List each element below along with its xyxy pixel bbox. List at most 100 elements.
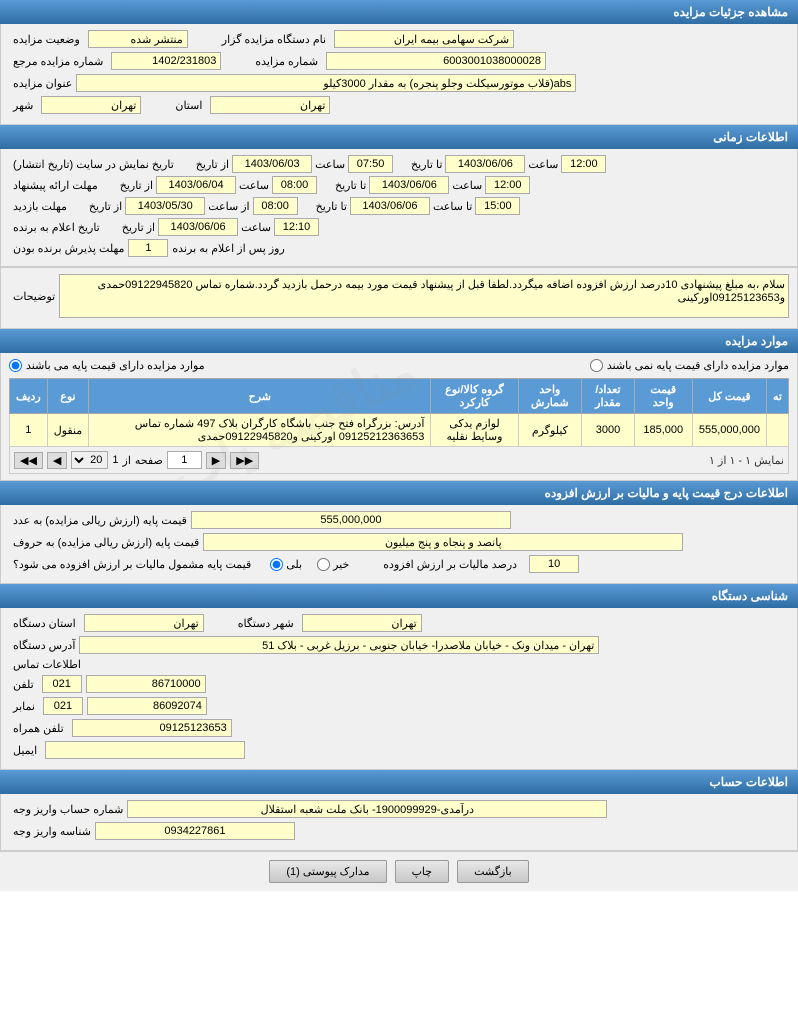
moarad-radio-no-base[interactable] <box>590 359 603 372</box>
col-description: شرح <box>89 379 431 414</box>
cell-quantity: 3000 <box>582 414 634 447</box>
shenas-input[interactable] <box>95 822 295 840</box>
tax-yes-radio[interactable] <box>270 558 283 571</box>
agency-address-input[interactable] <box>79 636 599 654</box>
publish-from-time[interactable] <box>348 155 393 173</box>
tax-included-label: قیمت پایه مشمول مالیات بر ارزش افزوده می… <box>9 558 255 571</box>
phone-input[interactable] <box>86 675 206 693</box>
agency-name-label: نام دستگاه مزایده گزار <box>218 33 330 46</box>
city-input[interactable] <box>41 96 141 114</box>
next-page-btn[interactable]: ▶ <box>206 452 226 469</box>
fax-input[interactable] <box>87 697 207 715</box>
account-label: شماره حساب واریز وجه <box>9 803 127 816</box>
agency-name-input[interactable] <box>334 30 514 48</box>
ref-number-input[interactable] <box>111 52 221 70</box>
visit-label: مهلت بازدید <box>9 200 71 213</box>
moarad-option-has-base: موارد مزایده دارای قیمت پایه می باشند <box>9 359 205 372</box>
mazayede-number-input[interactable] <box>326 52 546 70</box>
agency-city-input[interactable] <box>302 614 422 632</box>
col-unit-price: قیمت واحد <box>634 379 692 414</box>
winner-days-input[interactable] <box>128 239 168 257</box>
prev-page-btn[interactable]: ◀ <box>47 452 67 469</box>
province-input[interactable] <box>210 96 330 114</box>
offer-from-date[interactable] <box>156 176 236 194</box>
time-info-header: اطلاعات زمانی <box>0 125 798 149</box>
email-label: ایمیل <box>9 744 41 757</box>
cell-description: آدرس: بزرگراه فتح جنب باشگاه کارگران بلا… <box>89 414 431 447</box>
page-input[interactable] <box>167 451 202 469</box>
col-type: نوع <box>47 379 88 414</box>
per-page-select[interactable]: 20 50 <box>71 451 108 469</box>
table-row: 555,000,000 185,000 3000 کیلوگرم لوازم ی… <box>10 414 789 447</box>
mazayede-number-label: شماره مزایده <box>251 55 322 68</box>
base-price-number[interactable] <box>191 511 511 529</box>
cell-extra <box>767 414 789 447</box>
main-info-header: مشاهده جزئیات مزایده <box>0 0 798 24</box>
price-tax-title: اطلاعات درج قیمت پایه و مالیات بر ارزش ا… <box>545 486 788 500</box>
tax-no-radio[interactable] <box>317 558 330 571</box>
title-input[interactable] <box>76 74 576 92</box>
price-tax-header: اطلاعات درج قیمت پایه و مالیات بر ارزش ا… <box>0 481 798 505</box>
agency-province-label: استان دستگاه <box>9 617 80 630</box>
col-total-price: قیمت کل <box>692 379 766 414</box>
cell-category: لوازم یدکی وسایط نقلیه <box>431 414 518 447</box>
mobile-input[interactable] <box>72 719 232 737</box>
fax-code-input[interactable] <box>43 697 83 715</box>
main-info-title: مشاهده جزئیات مزایده <box>673 5 788 19</box>
moarad-option-no-base: موارد مزایده دارای قیمت پایه نمی باشند <box>590 359 789 372</box>
agency-address-label: آدرس دستگاه <box>9 639 79 652</box>
last-page-btn[interactable]: ▶▶ <box>230 452 259 469</box>
moarad-radio-has-base[interactable] <box>9 359 22 372</box>
notes-textarea[interactable] <box>59 274 789 318</box>
print-button[interactable]: چاپ <box>395 860 450 883</box>
account-number-input[interactable] <box>127 800 607 818</box>
publish-to-time[interactable] <box>561 155 606 173</box>
offer-to-date[interactable] <box>369 176 449 194</box>
visit-from-time[interactable] <box>253 197 298 215</box>
visit-from-date[interactable] <box>125 197 205 215</box>
col-quantity: تعداد/مقدار <box>582 379 634 414</box>
winner-days-label: مهلت پذیرش برنده بودن <box>9 242 128 255</box>
agency-province-input[interactable] <box>84 614 204 632</box>
status-input[interactable] <box>88 30 188 48</box>
from-time-label: ساعت <box>315 158 345 171</box>
announce-from-date[interactable] <box>158 218 238 236</box>
offer-label: مهلت ارائه پیشنهاد <box>9 179 102 192</box>
moarad-title: موارد مزایده <box>725 334 788 348</box>
announce-label: تاریخ اعلام به برنده <box>9 221 104 234</box>
bottom-buttons: بازگشت چاپ مدارک پیوستی (1) <box>0 851 798 891</box>
account-info-title: اطلاعات حساب <box>709 775 788 789</box>
agency-info-title: شناسی دستگاه <box>712 589 788 603</box>
cell-unit-price: 185,000 <box>634 414 692 447</box>
status-label: وضعیت مزایده <box>9 33 84 46</box>
from-date-label: از تاریخ <box>196 158 229 171</box>
ref-number-label: شماره مزایده مرجع <box>9 55 107 68</box>
city-label: شهر <box>9 99 37 112</box>
notes-label: توضیحات <box>9 290 59 303</box>
base-price-text[interactable] <box>203 533 683 551</box>
phone-code-input[interactable] <box>42 675 82 693</box>
tax-rate-input[interactable] <box>529 555 579 573</box>
col-extra: ته <box>767 379 789 414</box>
publish-to-date[interactable] <box>445 155 525 173</box>
moarad-option1-label: موارد مزایده دارای قیمت پایه می باشند <box>26 359 205 372</box>
visit-to-date[interactable] <box>350 197 430 215</box>
base-price-label: قیمت پایه (ارزش ریالی مزایده) به عدد <box>9 514 191 527</box>
documents-button[interactable]: مدارک پیوستی (1) <box>269 860 386 883</box>
col-category: گروه کالا/نوع کارکرد <box>431 379 518 414</box>
announce-from-time[interactable] <box>274 218 319 236</box>
offer-from-time[interactable] <box>272 176 317 194</box>
agency-city-label: شهر دستگاه <box>234 617 298 630</box>
total-pages: 1 <box>112 454 118 466</box>
publish-from-date[interactable] <box>232 155 312 173</box>
moarad-header: موارد مزایده <box>0 329 798 353</box>
page-label: صفحه <box>135 454 163 467</box>
back-button[interactable]: بازگشت <box>457 860 529 883</box>
showing-text: نمایش ۱ - ۱ از ۱ <box>709 454 784 467</box>
visit-to-time[interactable] <box>475 197 520 215</box>
first-page-btn[interactable]: ◀◀ <box>14 452 43 469</box>
offer-to-time[interactable] <box>485 176 530 194</box>
cell-row: 1 <box>10 414 48 447</box>
email-input[interactable] <box>45 741 245 759</box>
account-info-header: اطلاعات حساب <box>0 770 798 794</box>
